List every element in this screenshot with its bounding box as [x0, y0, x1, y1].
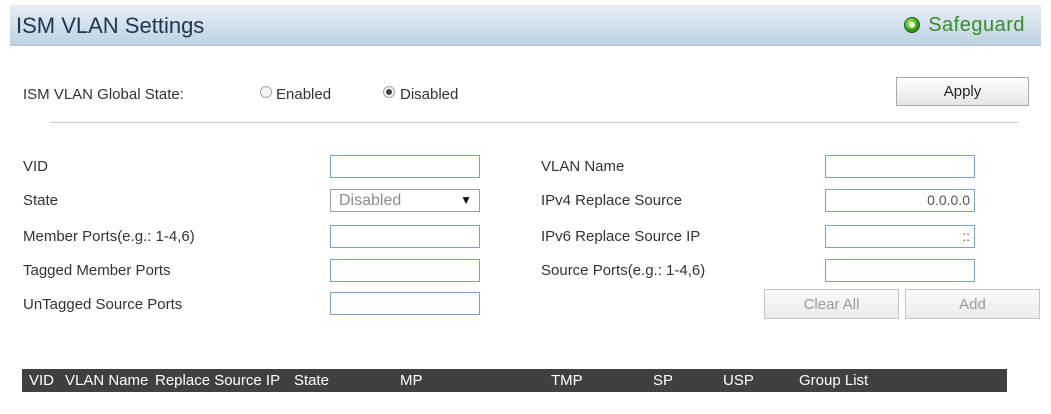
untagged-source-ports-label: UnTagged Source Ports [23, 296, 183, 313]
apply-button[interactable]: Apply [896, 77, 1029, 106]
vlan-name-label: VLAN Name [541, 158, 625, 175]
safeguard-indicator[interactable]: Safeguard [904, 14, 1025, 36]
ipv6-replace-source-label: IPv6 Replace Source IP [541, 228, 701, 245]
tagged-member-ports-input[interactable] [330, 259, 480, 282]
column-header-tmp: TMP [551, 372, 583, 389]
state-select-value: Disabled [339, 192, 402, 209]
radio-enabled-label[interactable]: Enabled [276, 86, 331, 103]
state-label: State [23, 192, 59, 209]
ipv4-replace-source-label: IPv4 Replace Source [541, 192, 682, 209]
clear-all-button[interactable]: Clear All [764, 289, 899, 319]
member-ports-label: Member Ports(e.g.: 1-4,6) [23, 228, 195, 245]
source-ports-label: Source Ports(e.g.: 1-4,6) [541, 262, 706, 279]
global-state-label: ISM VLAN Global State: [23, 86, 184, 103]
page-title: ISM VLAN Settings [16, 13, 205, 38]
vid-label: VID [23, 158, 49, 175]
tagged-member-ports-label: Tagged Member Ports [23, 262, 171, 279]
radio-enabled[interactable] [260, 86, 272, 98]
vlan-name-input[interactable] [825, 155, 975, 178]
untagged-source-ports-input[interactable] [330, 292, 480, 315]
radio-disabled-label[interactable]: Disabled [400, 86, 458, 103]
column-header-vlan-name: VLAN Name [65, 372, 149, 389]
column-header-usp: USP [723, 372, 754, 389]
table-header: VID VLAN Name Replace Source IP State MP… [22, 369, 1007, 392]
safeguard-status-icon [904, 17, 921, 33]
column-header-vid: VID [29, 372, 55, 389]
radio-disabled[interactable] [383, 86, 395, 98]
ipv6-replace-source-input[interactable]: :: [825, 225, 975, 248]
section-divider [50, 122, 1018, 123]
vid-input[interactable] [330, 155, 480, 178]
dropdown-arrow-icon: ▼ [460, 193, 472, 207]
ipv4-replace-source-input[interactable]: 0.0.0.0 [825, 189, 975, 212]
column-header-group-list: Group List [799, 372, 869, 389]
column-header-mp: MP [400, 372, 423, 389]
column-header-state: State [294, 372, 330, 389]
source-ports-input[interactable] [825, 259, 975, 282]
column-header-replace-source-ip: Replace Source IP [155, 372, 281, 389]
state-select[interactable]: Disabled ▼ [330, 189, 480, 212]
column-header-sp: SP [653, 372, 674, 389]
safeguard-label: Safeguard [928, 13, 1025, 36]
member-ports-input[interactable] [330, 225, 480, 248]
title-bar: ISM VLAN Settings Safeguard [10, 5, 1041, 46]
add-button[interactable]: Add [905, 289, 1040, 319]
